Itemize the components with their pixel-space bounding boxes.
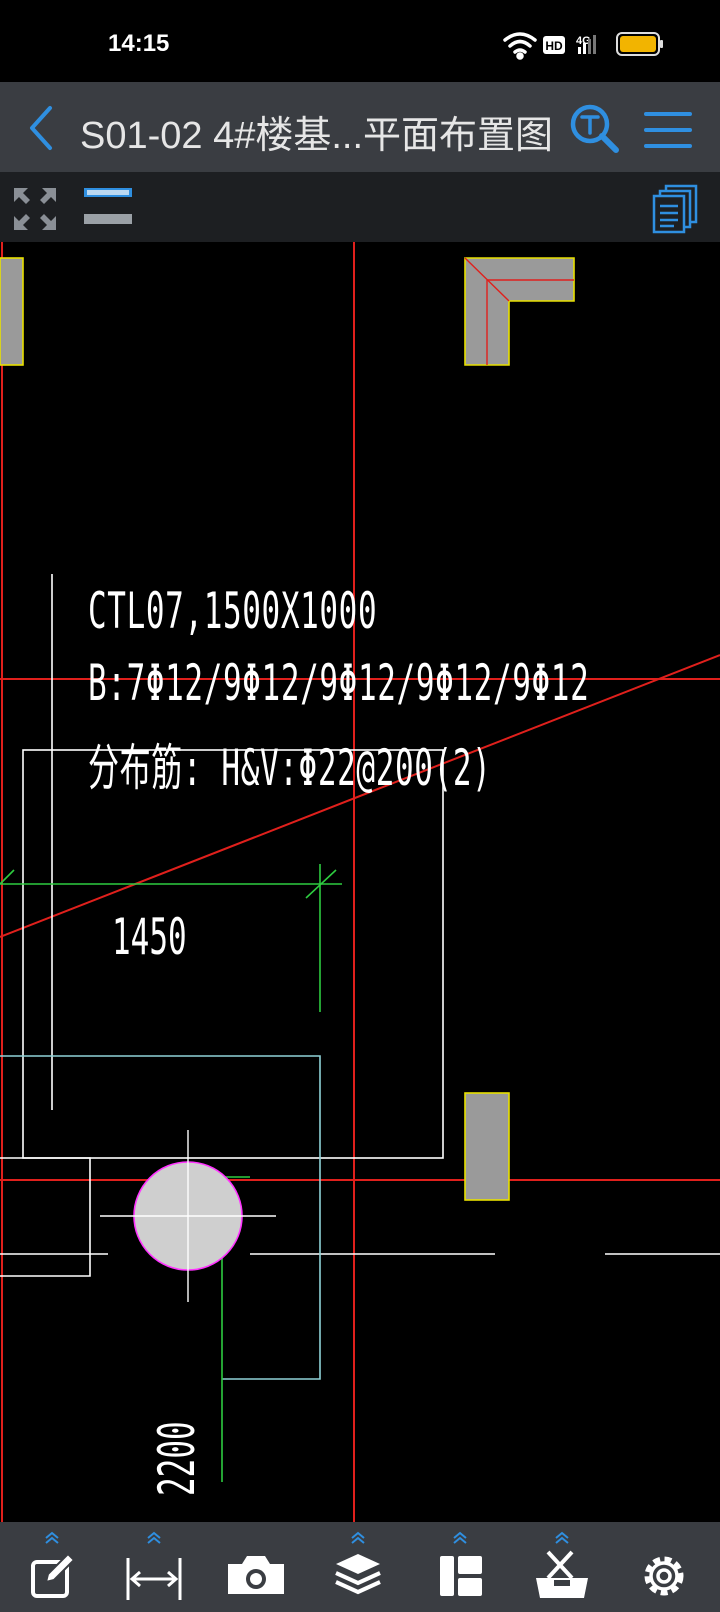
beam-label: CTL07,1500X1000 <box>88 582 378 640</box>
status-time: 14:15 <box>108 30 170 57</box>
status-icons: HD 4G <box>470 0 720 82</box>
axis-lines <box>0 242 720 1522</box>
toolbox-icon <box>536 1531 588 1598</box>
signal-4g-icon: 4G <box>576 35 596 54</box>
hamburger-menu-icon <box>644 112 692 148</box>
svg-text:HD: HD <box>545 39 563 53</box>
fullscreen-button[interactable] <box>10 184 60 234</box>
pages-button[interactable] <box>652 184 700 234</box>
pile <box>100 1130 276 1302</box>
dimension-vertical: 2200 <box>148 1421 206 1496</box>
menu-button[interactable] <box>640 102 696 158</box>
camera-icon <box>228 1556 284 1594</box>
status-bar: 14:15 HD 4G <box>0 0 720 82</box>
hd-icon: HD <box>543 36 565 54</box>
back-chevron-icon <box>30 106 52 150</box>
text-search-button[interactable] <box>568 102 624 158</box>
annotate-button[interactable] <box>18 1530 88 1606</box>
layers-icon <box>335 1531 381 1595</box>
drawing-canvas[interactable]: CTL07,1500X1000 B:7Φ12/9Φ12/9Φ12/9Φ12/9Φ… <box>0 242 720 1522</box>
expand-fullscreen-icon <box>14 188 56 230</box>
text-search-icon <box>570 104 619 153</box>
measure-icon <box>126 1531 182 1600</box>
measure-button[interactable] <box>120 1530 190 1606</box>
bottom-rebar-label: B:7Φ12/9Φ12/9Φ12/9Φ12/9Φ12 <box>88 654 590 712</box>
view-toolstrip <box>0 172 720 242</box>
page-title: S01-02 4#楼基...平面布置图 <box>80 115 554 157</box>
distribution-rebar-label: 分布筋: H&V:Φ22@200(2) <box>88 739 492 797</box>
header-bar: S01-02 4#楼基...平面布置图 <box>0 82 720 172</box>
wifi-icon <box>503 32 537 60</box>
layer-lines-button[interactable] <box>82 186 134 230</box>
layer-lines-icon <box>84 188 132 224</box>
toolbox-button[interactable] <box>528 1530 598 1606</box>
cad-drawing <box>0 242 720 1522</box>
camera-button[interactable] <box>222 1530 292 1606</box>
layout-button[interactable] <box>426 1530 496 1606</box>
settings-gear-icon <box>644 1556 684 1596</box>
dimension-horizontal: 1450 <box>112 908 187 966</box>
back-button[interactable] <box>18 100 68 156</box>
battery-icon <box>616 32 663 56</box>
settings-button[interactable] <box>630 1530 700 1606</box>
pages-icon <box>652 184 698 234</box>
layout-icon <box>440 1531 482 1596</box>
layers-button[interactable] <box>324 1530 394 1606</box>
edit-note-icon <box>31 1531 76 1598</box>
bottom-toolbar <box>0 1522 720 1612</box>
